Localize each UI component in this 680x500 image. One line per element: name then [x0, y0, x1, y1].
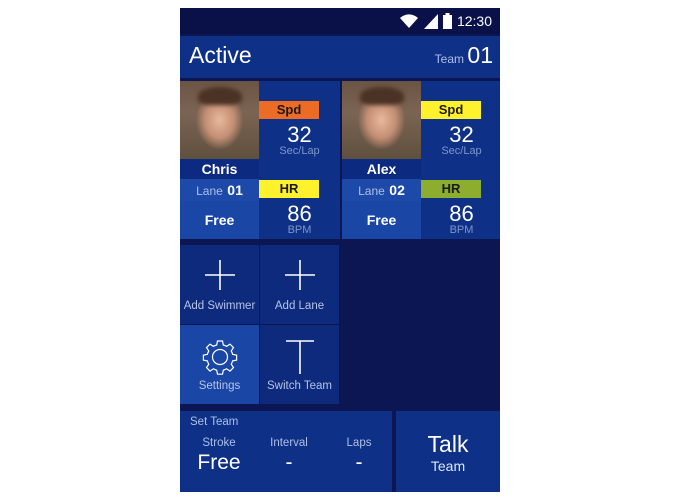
speed-unit: Sec/Lap — [441, 145, 482, 157]
lane-number: 01 — [227, 182, 243, 198]
speed-metric: Spd 32 Sec/Lap — [259, 81, 340, 160]
talk-team-label: Team — [430, 458, 466, 474]
speed-unit: Sec/Lap — [279, 145, 320, 157]
heart-rate-badge: HR — [421, 180, 481, 198]
lane-number: 02 — [389, 182, 405, 198]
stroke-setting-label: Stroke — [202, 437, 236, 449]
lane-label: Lane — [358, 184, 385, 198]
speed-badge: Spd — [421, 101, 481, 119]
clock: 12:30 — [456, 13, 492, 29]
add-swimmer-button[interactable]: Add Swimmer — [180, 245, 259, 324]
team-label: Team — [434, 52, 464, 66]
set-team-heading: Set Team — [190, 416, 239, 428]
swimmer-card-chris[interactable]: Chris Lane 01 Free Spd 32 Sec/Lap HR 86 … — [180, 81, 340, 239]
heart-rate-unit: BPM — [449, 224, 474, 236]
heart-rate-metric: HR 86 BPM — [421, 160, 500, 239]
letter-t-icon — [285, 340, 314, 374]
speed-metric: Spd 32 Sec/Lap — [421, 81, 500, 160]
page-title: Active — [189, 42, 252, 68]
talk-label: Talk — [427, 431, 469, 457]
plus-icon — [204, 260, 235, 290]
add-lane-label: Add Lane — [274, 300, 325, 312]
switch-team-button[interactable]: Switch Team — [260, 325, 339, 404]
set-team-panel[interactable]: Set Team Stroke Free Interval - Laps - — [180, 411, 392, 492]
switch-team-label: Switch Team — [267, 380, 332, 392]
signal-icon — [423, 14, 438, 29]
stroke-setting-value: Free — [197, 451, 241, 474]
talk-team-button[interactable]: Talk Team — [396, 411, 500, 492]
team-number[interactable]: 01 — [467, 42, 493, 69]
status-icons: 12:30 — [399, 11, 492, 31]
battery-icon — [442, 13, 452, 29]
wifi-icon — [399, 14, 418, 28]
interval-setting-value: - — [285, 451, 293, 474]
swimmer-name: Alex — [342, 159, 421, 179]
laps-setting[interactable]: Laps - — [324, 437, 394, 475]
speed-badge: Spd — [259, 101, 319, 119]
add-lane-button[interactable]: Add Lane — [260, 245, 339, 324]
swimmer-photo — [342, 81, 421, 159]
laps-setting-value: - — [355, 451, 363, 474]
status-bar: 12:30 — [180, 8, 500, 34]
settings-label: Settings — [198, 380, 241, 392]
stroke-setting[interactable]: Stroke Free — [184, 437, 254, 475]
swimmer-name: Chris — [180, 159, 259, 179]
lane-indicator: Lane 01 — [180, 179, 259, 201]
lane-label: Lane — [196, 184, 223, 198]
gear-icon — [202, 340, 237, 375]
plus-icon — [284, 260, 315, 290]
swimmer-photo — [180, 81, 259, 159]
laps-setting-label: Laps — [346, 437, 372, 449]
phone-screen: 12:30 Active Team 01 Chris Lane 01 Free … — [180, 8, 500, 492]
heart-rate-badge: HR — [259, 180, 319, 198]
add-swimmer-label: Add Swimmer — [183, 300, 256, 312]
header-bar: Active Team 01 — [180, 36, 500, 78]
swimmer-card-alex[interactable]: Alex Lane 02 Free Spd 32 Sec/Lap HR 86 B… — [342, 81, 500, 239]
heart-rate-metric: HR 86 BPM — [259, 160, 340, 239]
stroke-label: Free — [180, 201, 259, 239]
interval-setting-label: Interval — [270, 437, 308, 449]
stroke-label: Free — [342, 201, 421, 239]
settings-button[interactable]: Settings — [180, 325, 259, 404]
interval-setting[interactable]: Interval - — [254, 437, 324, 475]
lane-indicator: Lane 02 — [342, 179, 421, 201]
heart-rate-unit: BPM — [287, 224, 312, 236]
